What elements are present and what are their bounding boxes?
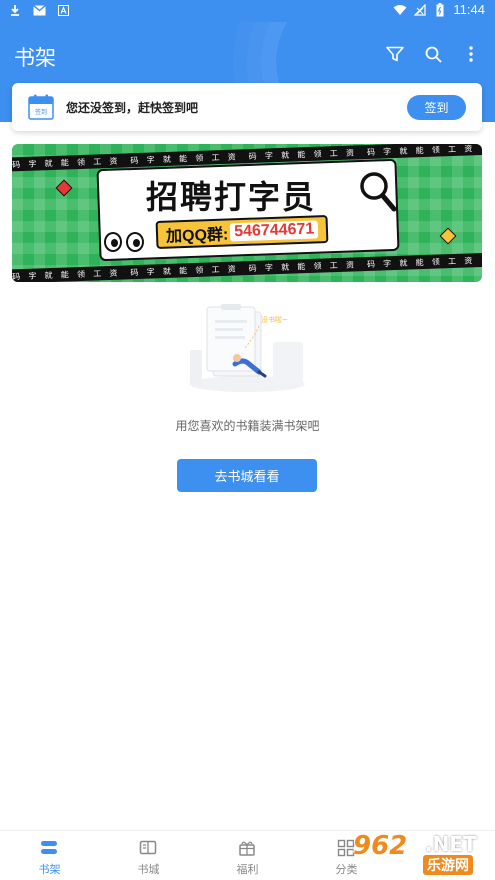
status-bar: 11:44	[0, 0, 495, 22]
magnifier-icon	[360, 172, 397, 212]
calendar-icon: 签到	[28, 94, 54, 120]
stripe-text: 码 字 就 能 领 工 资	[12, 156, 121, 169]
search-icon[interactable]	[423, 44, 443, 64]
nav-label: 书城	[137, 864, 160, 876]
banner-title: 招聘打字员	[146, 178, 317, 216]
qq-group-box: 加QQ群: 546744671	[155, 215, 329, 249]
stripe-text: 码 字 就 能 领 工 资	[366, 255, 476, 269]
a-icon	[56, 3, 70, 17]
empty-message: 用您喜欢的书籍装满书架吧	[175, 419, 320, 433]
calendar-badge-text: 签到	[35, 108, 47, 116]
watermark-suffix: .NET	[425, 832, 477, 856]
nav-item-welfare[interactable]: 福利	[198, 831, 297, 880]
signal-icon	[413, 3, 427, 17]
stripe-text: 码 字 就 能 领 工 资	[130, 263, 239, 277]
nav-item-bookstore[interactable]: 书城	[99, 831, 198, 880]
stripe-text: 码 字 就 能 领 工 资	[130, 151, 239, 165]
recruit-banner[interactable]: 码 字 就 能 领 工 资 码 字 就 能 领 工 资 码 字 就 能 领 工 …	[12, 144, 482, 282]
nav-item-bookshelf[interactable]: 书架	[0, 831, 99, 880]
mail-icon	[32, 3, 46, 17]
sparkle-decoration	[439, 227, 457, 245]
goto-bookstore-button[interactable]: 去书城看看	[177, 459, 317, 492]
wifi-icon	[393, 3, 407, 17]
eyes-decoration	[104, 232, 144, 252]
bookshelf-icon	[41, 841, 57, 854]
signin-card: 签到 您还没签到，赶快签到吧 签到	[12, 83, 482, 131]
watermark-logo: 962	[353, 831, 408, 861]
stripe-text: 码 字 就 能 领 工 资	[366, 144, 476, 157]
site-watermark: 962 .NET 乐游网	[353, 829, 489, 875]
illustration-caption: 没书啦~	[261, 315, 288, 324]
stripe-text: 码 字 就 能 领 工 资	[12, 268, 121, 281]
battery-icon	[433, 2, 447, 17]
signin-message: 您还没签到，赶快签到吧	[66, 101, 199, 115]
banner-stripe-bottom: 码 字 就 能 领 工 资 码 字 就 能 领 工 资 码 字 就 能 领 工 …	[12, 252, 482, 282]
empty-bookshelf-illustration: 没书啦~	[189, 304, 305, 392]
nav-label: 书架	[38, 864, 61, 876]
more-icon[interactable]	[461, 44, 481, 64]
nav-label: 福利	[236, 864, 259, 876]
filter-icon[interactable]	[385, 44, 405, 64]
status-time: 11:44	[453, 2, 485, 17]
sparkle-decoration	[55, 179, 73, 197]
qq-number: 546744671	[229, 220, 319, 242]
watermark-subtitle: 乐游网	[423, 855, 473, 875]
download-icon	[8, 3, 22, 17]
signin-button[interactable]: 签到	[407, 95, 466, 120]
gift-icon	[239, 841, 255, 856]
stripe-text: 码 字 就 能 领 工 资	[248, 259, 358, 273]
book-store-icon	[139, 840, 157, 855]
page-title: 书架	[14, 47, 56, 70]
qq-label: 加QQ群:	[165, 226, 229, 246]
stripe-text: 码 字 就 能 领 工 资	[248, 147, 358, 161]
